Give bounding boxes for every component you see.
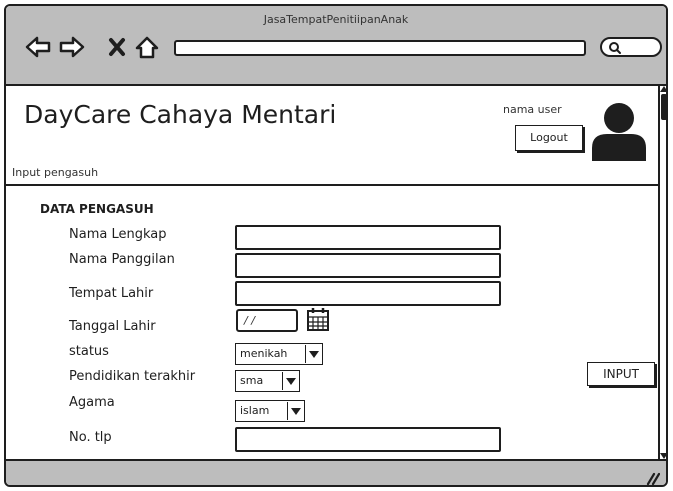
calendar-icon[interactable] — [307, 307, 329, 331]
back-arrow-icon[interactable] — [24, 35, 52, 59]
agama-dropdown-value: islam — [240, 404, 270, 417]
tempat-lahir-input[interactable] — [235, 281, 501, 306]
vertical-scrollbar[interactable] — [658, 86, 668, 459]
pendidikan-dropdown-value: sma — [240, 374, 264, 387]
user-name-label: nama user — [503, 103, 562, 116]
site-header: DayCare Cahaya Mentari Input pengasuh na… — [6, 86, 658, 186]
window-title: JasaTempatPenitiipanAnak — [263, 13, 409, 26]
page-content: DayCare Cahaya Mentari Input pengasuh na… — [6, 86, 658, 459]
nama-panggilan-label: Nama Panggilan — [69, 252, 175, 267]
status-label: status — [69, 344, 109, 359]
home-icon[interactable] — [134, 35, 160, 59]
user-avatar-icon[interactable] — [589, 100, 649, 162]
search-magnifier-icon — [609, 42, 621, 54]
scrollbar-thumb[interactable] — [661, 94, 666, 120]
nama-lengkap-input[interactable] — [235, 225, 501, 250]
logout-button[interactable]: Logout — [515, 125, 583, 151]
pendidikan-dropdown[interactable]: sma — [235, 370, 300, 392]
agama-dropdown[interactable]: islam — [235, 400, 305, 422]
no-tlp-input[interactable] — [235, 427, 501, 452]
status-dropdown-value: menikah — [240, 347, 288, 360]
chevron-down-icon[interactable] — [287, 402, 303, 420]
stop-x-icon[interactable] — [107, 35, 127, 59]
input-submit-button[interactable]: INPUT — [587, 362, 655, 386]
browser-search-field[interactable] — [600, 37, 662, 57]
pendidikan-label: Pendidikan terakhir — [69, 369, 196, 384]
forward-arrow-icon[interactable] — [58, 35, 86, 59]
no-tlp-label: No. tlp — [69, 430, 112, 445]
tanggal-lahir-date-field[interactable]: / / — [236, 309, 298, 332]
tempat-lahir-label: Tempat Lahir — [69, 286, 154, 301]
browser-toolbar: JasaTempatPenitiipanAnak — [6, 6, 666, 86]
resize-grip-icon[interactable] — [644, 471, 660, 485]
section-title: DATA PENGASUH — [40, 202, 154, 216]
nama-lengkap-label: Nama Lengkap — [69, 227, 167, 242]
browser-window: JasaTempatPenitiipanAnak DayCare Cahaya … — [4, 4, 668, 487]
site-title: DayCare Cahaya Mentari — [24, 100, 337, 129]
nama-panggilan-input[interactable] — [235, 253, 501, 278]
tanggal-lahir-label: Tanggal Lahir — [69, 319, 156, 334]
agama-label: Agama — [69, 395, 115, 410]
breadcrumb: Input pengasuh — [12, 166, 99, 179]
scroll-up-arrow-icon[interactable] — [660, 86, 668, 92]
chevron-down-icon[interactable] — [282, 372, 298, 390]
url-bar[interactable] — [174, 40, 586, 56]
chevron-down-icon[interactable] — [305, 345, 321, 363]
status-bar — [6, 459, 666, 485]
status-dropdown[interactable]: menikah — [235, 343, 323, 365]
